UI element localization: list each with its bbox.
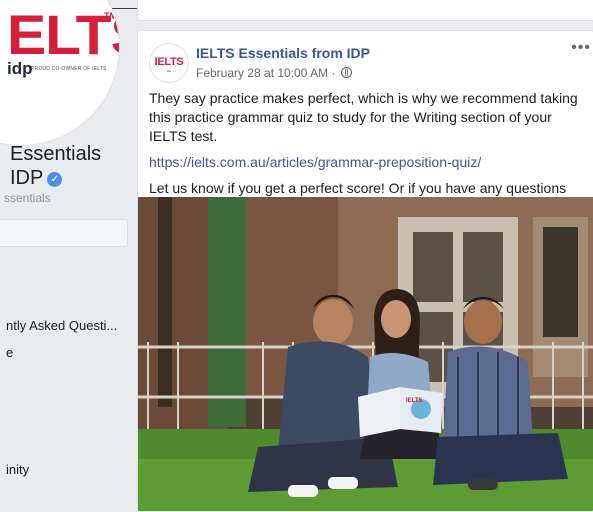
page-title-line1: Essentials [10, 143, 102, 165]
post-paragraph-1: They say practice makes perfect, which i… [149, 90, 578, 144]
sidebar-item-faq[interactable]: ntly Asked Questi... [6, 318, 117, 333]
sidebar-item-truncated[interactable]: e [6, 345, 13, 360]
left-action-box[interactable] [0, 219, 128, 247]
post-timestamp[interactable]: February 28 at 10:00 AM · [196, 66, 335, 80]
students-photo-illustration: IELTS [138, 197, 593, 511]
avatar-logo-text: IELTS [154, 56, 184, 68]
left-sidebar: ELTS TM idp PROUD CO-OWNER OF IELTS Esse… [0, 0, 130, 498]
booklet-label: IELTS [406, 398, 423, 404]
post-options-button[interactable]: ••• [571, 39, 591, 57]
previous-post-card [137, 0, 593, 21]
globe-icon[interactable] [340, 67, 352, 78]
post-author-link[interactable]: IELTS Essentials from IDP [196, 45, 370, 61]
idp-logo: idp [7, 59, 33, 78]
avatar-logo-sub: idp [166, 69, 171, 73]
page-title[interactable]: Essentials [10, 142, 101, 166]
post-avatar[interactable]: IELTS idp [149, 43, 189, 83]
page-handle[interactable]: ssentials [4, 191, 51, 205]
logo-tagline: PROUD CO-OWNER OF IELTS [31, 66, 107, 72]
post-card: IELTS idp IELTS Essentials from IDP Febr… [137, 30, 593, 512]
profile-picture[interactable]: ELTS TM idp PROUD CO-OWNER OF IELTS [0, 0, 120, 146]
page-title-second-line[interactable]: IDP ✓ [10, 166, 63, 190]
post-meta: February 28 at 10:00 AM · [196, 66, 352, 80]
post-link[interactable]: https://ielts.com.au/articles/grammar-pr… [149, 154, 481, 170]
logo-trademark: TM [104, 11, 117, 21]
verified-badge-icon: ✓ [47, 172, 63, 187]
page-title-line2: IDP [10, 167, 44, 189]
post-photo[interactable]: IELTS [138, 197, 593, 511]
sidebar-item-community[interactable]: inity [6, 462, 29, 477]
